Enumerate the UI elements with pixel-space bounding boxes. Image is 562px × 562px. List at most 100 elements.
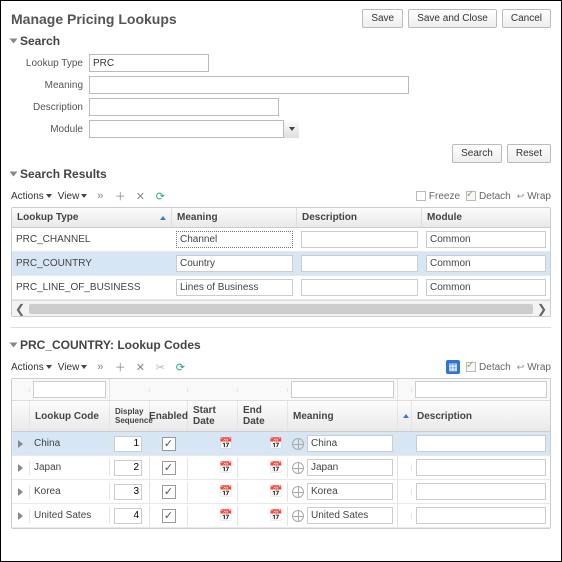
col-meaning[interactable]: Meaning	[172, 208, 297, 227]
cell-seq-input[interactable]	[114, 484, 142, 500]
reset-button[interactable]: Reset	[507, 144, 551, 163]
cell-seq-input[interactable]	[114, 436, 142, 452]
actions-menu[interactable]: Actions	[11, 191, 52, 202]
clear-icon[interactable]: ✂	[153, 360, 167, 374]
scroll-right-icon[interactable]: ❯	[534, 301, 550, 317]
col-module[interactable]: Module	[422, 208, 550, 227]
col-start-date[interactable]: Start Date	[188, 401, 238, 431]
col-meaning[interactable]: Meaning	[288, 401, 398, 431]
col-description[interactable]: Description	[412, 401, 550, 431]
search-section-header[interactable]: Search	[11, 34, 551, 48]
cell-desc-input[interactable]	[416, 507, 546, 524]
date-picker-icon[interactable]: 📅	[269, 461, 283, 475]
col-description[interactable]: Description	[297, 208, 422, 227]
cancel-button[interactable]: Cancel	[502, 9, 551, 28]
search-button[interactable]: Search	[452, 144, 502, 163]
cell-seq-input[interactable]	[114, 508, 142, 524]
expand-row-icon[interactable]	[18, 440, 23, 448]
date-picker-icon[interactable]: 📅	[219, 509, 233, 523]
sort-asc-icon	[403, 414, 409, 418]
delete-icon[interactable]: ✕	[133, 360, 147, 374]
filter-description[interactable]	[415, 381, 547, 398]
view-menu[interactable]: View	[58, 191, 88, 202]
wrap-toggle[interactable]: ↩Wrap	[517, 191, 551, 202]
horizontal-scrollbar[interactable]: ❮ ❯	[12, 300, 550, 316]
cell-meaning-input[interactable]	[307, 507, 393, 524]
expand-icon[interactable]: »	[93, 189, 107, 203]
codes-row[interactable]: Korea📅📅	[12, 480, 550, 504]
codes-section-header[interactable]: PRC_COUNTRY: Lookup Codes	[11, 338, 551, 352]
date-picker-icon[interactable]: 📅	[269, 485, 283, 499]
results-row[interactable]: PRC_COUNTRY	[12, 252, 550, 276]
cell-meaning-input[interactable]	[176, 231, 293, 248]
expand-row-icon[interactable]	[18, 488, 23, 496]
col-lookup-code[interactable]: Lookup Code	[30, 401, 110, 431]
scroll-track[interactable]	[29, 304, 533, 314]
save-button[interactable]: Save	[362, 9, 403, 28]
search-title: Search	[20, 34, 60, 48]
lookup-type-input[interactable]	[89, 54, 209, 72]
add-icon[interactable]: ＋	[113, 189, 127, 203]
cell-enabled-checkbox[interactable]	[162, 509, 176, 523]
cell-description-input[interactable]	[301, 255, 418, 272]
cell-seq-input[interactable]	[114, 460, 142, 476]
cell-enabled-checkbox[interactable]	[162, 461, 176, 475]
module-select[interactable]	[89, 120, 299, 138]
date-picker-icon[interactable]: 📅	[219, 437, 233, 451]
cell-lookup-code: United Sates	[30, 507, 110, 524]
cell-meaning-input[interactable]	[176, 279, 293, 296]
cell-description-input[interactable]	[301, 279, 418, 296]
cell-meaning-input[interactable]	[307, 435, 393, 452]
add-icon[interactable]: ＋	[113, 360, 127, 374]
cell-meaning-input[interactable]	[307, 459, 393, 476]
codes-actions-menu[interactable]: Actions	[11, 362, 52, 373]
export-icon[interactable]: ▦	[446, 360, 460, 374]
col-end-date[interactable]: End Date	[238, 401, 288, 431]
disclosure-icon	[10, 172, 18, 177]
results-section-header[interactable]: Search Results	[11, 167, 551, 181]
results-row[interactable]: PRC_CHANNEL	[12, 228, 550, 252]
refresh-icon[interactable]: ⟳	[173, 360, 187, 374]
cell-module-input[interactable]	[426, 255, 546, 272]
refresh-icon[interactable]: ⟳	[153, 189, 167, 203]
scroll-left-icon[interactable]: ❮	[12, 301, 28, 317]
col-lookup-type[interactable]: Lookup Type	[12, 208, 172, 227]
cell-meaning-input[interactable]	[307, 483, 393, 500]
filter-lookup-code[interactable]	[33, 381, 106, 398]
freeze-toggle[interactable]: Freeze	[416, 191, 460, 202]
expand-row-icon[interactable]	[18, 464, 23, 472]
date-picker-icon[interactable]: 📅	[219, 485, 233, 499]
cell-description-input[interactable]	[301, 231, 418, 248]
date-picker-icon[interactable]: 📅	[269, 437, 283, 451]
codes-view-menu[interactable]: View	[58, 362, 88, 373]
col-display-seq[interactable]: Display Sequence	[110, 401, 150, 431]
divider	[11, 327, 551, 328]
codes-row[interactable]: China📅📅	[12, 432, 550, 456]
filter-meaning[interactable]	[291, 381, 394, 398]
cell-meaning-input[interactable]	[176, 255, 293, 272]
expand-icon[interactable]: »	[93, 360, 107, 374]
codes-wrap-toggle[interactable]: ↩Wrap	[517, 362, 551, 373]
cell-module-input[interactable]	[426, 231, 546, 248]
results-row[interactable]: PRC_LINE_OF_BUSINESS	[12, 276, 550, 300]
codes-row[interactable]: Japan📅📅	[12, 456, 550, 480]
save-close-button[interactable]: Save and Close	[408, 9, 497, 28]
expand-row-icon[interactable]	[18, 512, 23, 520]
cell-enabled-checkbox[interactable]	[162, 485, 176, 499]
meaning-input[interactable]	[89, 76, 409, 94]
date-picker-icon[interactable]: 📅	[219, 461, 233, 475]
col-sort[interactable]	[398, 401, 412, 431]
cell-desc-input[interactable]	[416, 435, 546, 452]
description-input[interactable]	[89, 98, 279, 116]
cell-desc-input[interactable]	[416, 483, 546, 500]
codes-row[interactable]: United Sates 📅 📅	[12, 504, 550, 528]
chevron-down-icon[interactable]	[283, 120, 299, 138]
codes-detach-toggle[interactable]: Detach	[466, 362, 511, 373]
cell-desc-input[interactable]	[416, 459, 546, 476]
col-enabled[interactable]: Enabled	[150, 401, 188, 431]
detach-toggle[interactable]: Detach	[466, 191, 511, 202]
cell-module-input[interactable]	[426, 279, 546, 296]
cell-enabled-checkbox[interactable]	[162, 437, 176, 451]
date-picker-icon[interactable]: 📅	[269, 509, 283, 523]
delete-icon[interactable]: ✕	[133, 189, 147, 203]
